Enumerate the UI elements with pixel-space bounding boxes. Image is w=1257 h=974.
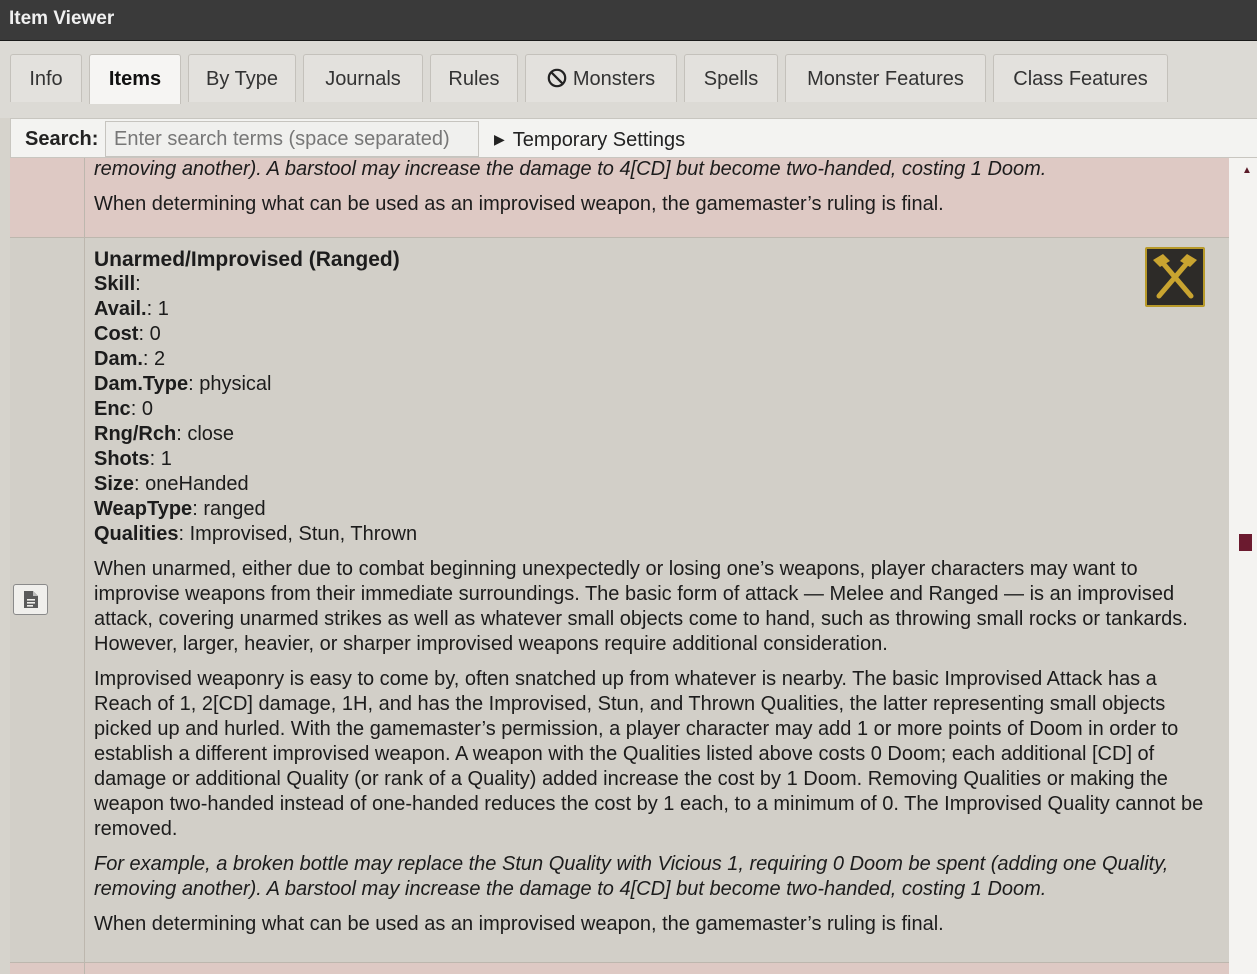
tab-class-features[interactable]: Class Features [993,54,1168,102]
tab-items[interactable]: Items [89,54,181,104]
tab-info[interactable]: Info [10,54,82,102]
property-key: Size [94,473,135,495]
property-key: Rng/Rch [94,423,177,445]
row-gutter [10,238,85,962]
property-key: WeapType [94,498,193,520]
property-damage: Dam.: 2 [94,348,166,370]
property-value: close [187,423,235,445]
tab-monsters[interactable]: Monsters [525,54,677,102]
property-cost: Cost: 0 [94,323,161,345]
property-damage-type: Dam.Type: physical [94,373,272,395]
property-key: Dam.Type [94,373,189,395]
window-title: Item Viewer [0,0,1257,41]
property-key: Cost [94,323,139,345]
property-value: oneHanded [145,473,249,495]
ban-icon [547,68,567,88]
item-example-text: removing another). A barstool may increa… [94,158,1047,180]
search-bar: Search: ▶ Temporary Settings [10,118,1257,158]
tab-bar: Info Items By Type Journals Rules Monste… [0,41,1257,118]
item-list: removing another). A barstool may increa… [10,158,1229,974]
property-key: Dam. [94,348,143,370]
temporary-settings-label: Temporary Settings [512,129,686,151]
property-key: Enc [94,398,131,420]
tab-rules[interactable]: Rules [430,54,518,102]
row-gutter [10,963,85,974]
scrollbar-thumb[interactable] [1239,534,1252,551]
property-avail: Avail.: 1 [94,298,169,320]
property-key: Qualities [94,523,179,545]
property-value: 0 [141,398,153,420]
property-value: 1 [157,298,169,320]
property-key: Shots [94,448,150,470]
list-item: Unarmed/Improvised (Ranged) Skill: Avail… [10,238,1229,963]
list-item: removing another). A barstool may increa… [10,158,1229,238]
item-ruling-text: When determining what can be used as an … [94,193,944,215]
property-encumbrance: Enc: 0 [94,398,153,420]
property-value: 1 [160,448,172,470]
item-title: Unarmed/Improvised (Ranged) [94,248,400,271]
property-value: 0 [149,323,161,345]
tab-by-type[interactable]: By Type [188,54,296,102]
property-range: Rng/Rch: close [94,423,235,445]
row-gutter [10,158,85,237]
tab-monster-features[interactable]: Monster Features [785,54,986,102]
property-value: Improvised, Stun, Thrown [189,523,418,545]
tab-spells[interactable]: Spells [684,54,778,102]
triangle-right-icon: ▶ [494,131,505,147]
property-weapon-type: WeapType: ranged [94,498,266,520]
search-input[interactable] [105,121,479,157]
property-value: physical [199,373,272,395]
tab-monsters-label: Monsters [572,68,656,90]
property-value: 2 [154,348,166,370]
scrollbar[interactable] [1229,158,1257,974]
search-label: Search: [25,128,99,150]
list-item [10,963,1229,974]
property-skill: Skill: [94,273,141,295]
property-qualities: Qualities: Improvised, Stun, Thrown [94,523,418,545]
property-key: Avail. [94,298,147,320]
property-key: Skill [94,273,136,295]
item-description-paragraph: Improvised weaponry is easy to come by, … [94,668,1204,840]
document-icon [24,591,38,608]
tab-journals[interactable]: Journals [303,54,423,102]
temporary-settings-toggle[interactable]: ▶ Temporary Settings [494,119,685,160]
property-size: Size: oneHanded [94,473,249,495]
item-description-paragraph: When unarmed, either due to combat begin… [94,558,1188,655]
property-value: ranged [203,498,266,520]
item-ruling-text: When determining what can be used as an … [94,913,944,935]
open-document-button[interactable] [13,584,48,615]
scroll-up-arrow-icon[interactable]: ▲ [1242,165,1252,176]
property-shots: Shots: 1 [94,448,172,470]
item-example-text: For example, a broken bottle may replace… [94,853,1169,900]
